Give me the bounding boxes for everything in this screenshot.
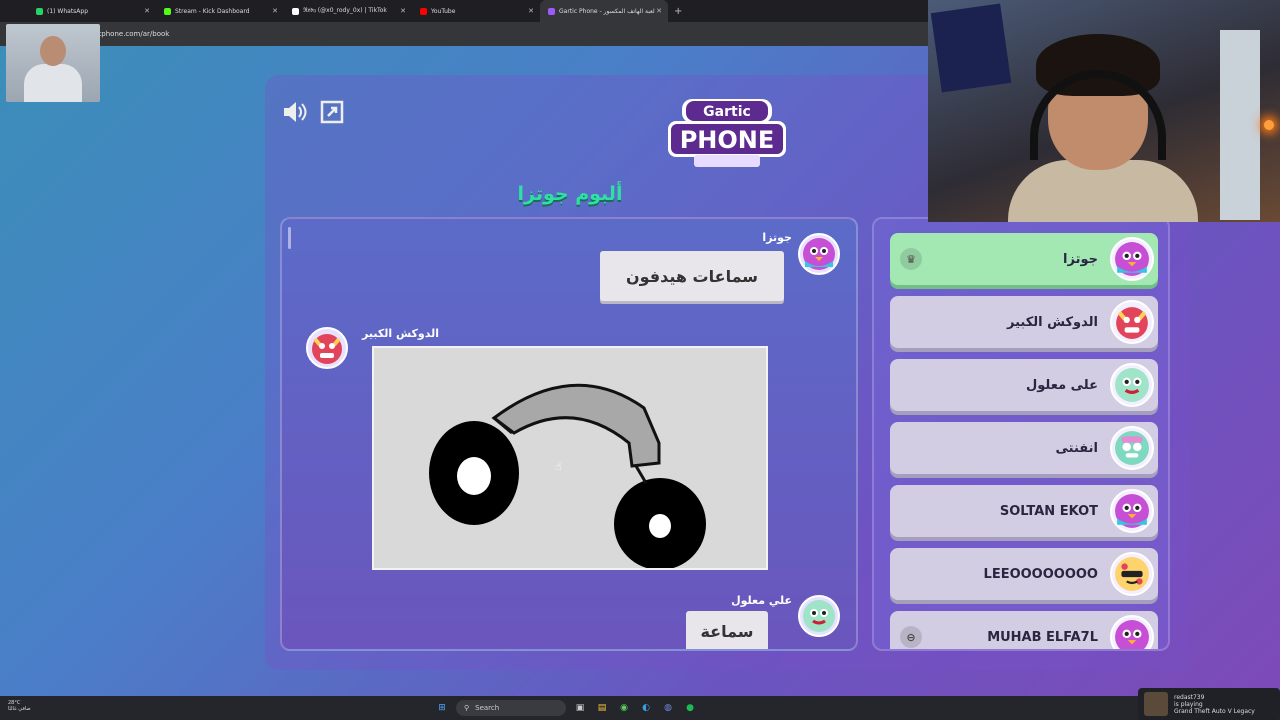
weather-widget[interactable]: 28°C صافي غالبًا [8, 700, 31, 712]
discord-icon[interactable]: ◍ [660, 700, 676, 716]
file-explorer-icon[interactable]: ▤ [594, 700, 610, 716]
now-playing-popup[interactable]: redast739 is playing Grand Theft Auto V … [1138, 688, 1280, 720]
player-avatar-bird [798, 233, 840, 275]
player-card[interactable]: SOLTAN EKOT [890, 485, 1158, 537]
volume-icon[interactable] [281, 98, 309, 126]
now-playing-game: Grand Theft Auto V Legacy [1174, 707, 1255, 715]
close-tab-icon[interactable]: ✕ [272, 7, 278, 15]
logo-text-top: Gartic [703, 104, 751, 120]
album-scrollbar[interactable] [288, 227, 291, 249]
entry-author: علي معلول [731, 594, 792, 607]
player-name: انفنتى [1055, 440, 1098, 456]
player-avatar-bird [1110, 489, 1154, 533]
album-title: ألبوم جوتزا [517, 183, 623, 205]
players-list: ♛ جوتزا الدوكش الكبير على معلول انفنتى S… [872, 217, 1170, 651]
entry-author: جوتزا [762, 231, 792, 244]
entry-text: سماعة [686, 611, 768, 649]
game-thumbnail [1144, 692, 1168, 716]
player-card[interactable]: ♛ جوتزا [890, 233, 1158, 285]
now-playing-status: is playing [1174, 700, 1203, 708]
tiktok-icon [292, 7, 299, 15]
webcam-overlay [928, 0, 1280, 222]
close-tab-icon[interactable]: ✕ [400, 7, 406, 15]
player-avatar-bird [1110, 237, 1154, 281]
player-avatar-devil [1110, 300, 1154, 344]
player-card[interactable]: ⊖ MUHAB ELFA7L [890, 611, 1158, 649]
player-name: SOLTAN EKOT [999, 503, 1098, 519]
player-avatar-bird [1110, 615, 1154, 649]
close-tab-icon[interactable]: ✕ [528, 7, 534, 15]
entry-author: الدوكش الكبير [362, 327, 439, 340]
player-avatar-devil [306, 327, 348, 369]
drawing-canvas [372, 346, 768, 570]
player-name: MUHAB ELFA7L [987, 629, 1098, 645]
tab-gartic[interactable]: Gartic Phone - لعبة الهاتف المكسور ✕ [540, 0, 668, 22]
player-card[interactable]: انفنتى [890, 422, 1158, 474]
entry-text: سماعات هيدفون [600, 251, 784, 301]
player-name: الدوكش الكبير [1007, 314, 1098, 330]
new-tab-button[interactable]: + [668, 6, 688, 17]
close-tab-icon[interactable]: ✕ [144, 7, 150, 15]
tab-label: Gartic Phone - لعبة الهاتف المكسور [559, 7, 655, 15]
fullscreen-icon[interactable] [318, 98, 346, 126]
weather-desc: صافي غالبًا [8, 706, 31, 712]
tab-label: YouTube [431, 7, 456, 15]
taskbar-search[interactable]: ⚲ Search [456, 700, 566, 716]
whatsapp-icon [36, 7, 43, 15]
chrome-icon[interactable]: ◉ [616, 700, 632, 716]
webcam-person [24, 64, 82, 102]
windows-taskbar: 28°C صافي غالبًا ⊞ ⚲ Search ▣ ▤ ◉ ◐ ◍ ● [0, 696, 1280, 720]
headphones-drawing [429, 383, 706, 570]
webcam-shelf [1220, 30, 1260, 220]
taskbar-apps: ⊞ ⚲ Search ▣ ▤ ◉ ◐ ◍ ● [434, 700, 698, 716]
player-card[interactable]: LEEOOOOOOOO [890, 548, 1158, 600]
player-name: على معلول [1026, 377, 1098, 393]
player-card[interactable]: الدوكش الكبير [890, 296, 1158, 348]
search-label: Search [475, 704, 500, 712]
album-panel: جوتزا سماعات هيدفون الدوكش الكبير علي مع… [280, 217, 858, 651]
webcam-lamp [1264, 120, 1274, 130]
task-view-icon[interactable]: ▣ [572, 700, 588, 716]
tab-label: Stream - Kick Dashboard [175, 7, 250, 15]
search-icon: ⚲ [464, 704, 470, 712]
tab-tiktok[interactable]: ℜ𝔬𝔡𝔶 (@x0_rody_0x) | TikTok ✕ [284, 0, 412, 22]
gartic-icon [548, 7, 555, 15]
spotify-icon[interactable]: ● [682, 700, 698, 716]
gartic-phone-logo: Gartic PHONE [664, 95, 790, 169]
player-card[interactable]: على معلول [890, 359, 1158, 411]
tab-whatsapp[interactable]: (1) WhatsApp ✕ [28, 0, 156, 22]
kick-icon [164, 7, 171, 15]
tab-label: (1) WhatsApp [47, 7, 89, 15]
player-avatar-ghost [798, 595, 840, 637]
player-avatar-pizza [1110, 552, 1154, 596]
tab-youtube[interactable]: YouTube ✕ [412, 0, 540, 22]
player-name: LEEOOOOOOOO [983, 566, 1098, 582]
youtube-icon [420, 7, 427, 15]
edge-icon[interactable]: ◐ [638, 700, 654, 716]
windows-start-icon[interactable]: ⊞ [434, 700, 450, 716]
tab-kick[interactable]: Stream - Kick Dashboard ✕ [156, 0, 284, 22]
player-name: جوتزا [1063, 251, 1098, 267]
webcam-person-head [40, 36, 66, 66]
tab-label: ℜ𝔬𝔡𝔶 (@x0_rody_0x) | TikTok [303, 7, 387, 14]
webcam-overlay-small [6, 24, 100, 102]
webcam-poster [930, 3, 1012, 93]
now-playing-user: redast739 [1174, 693, 1205, 701]
crown-icon: ♛ [900, 248, 922, 270]
close-tab-icon[interactable]: ✕ [656, 7, 662, 15]
mouse-cursor: ☝ [555, 460, 562, 473]
logo-text-bottom: PHONE [680, 126, 775, 154]
kick-player-icon[interactable]: ⊖ [900, 626, 922, 648]
player-avatar-robot [1110, 426, 1154, 470]
player-avatar-ghost [1110, 363, 1154, 407]
